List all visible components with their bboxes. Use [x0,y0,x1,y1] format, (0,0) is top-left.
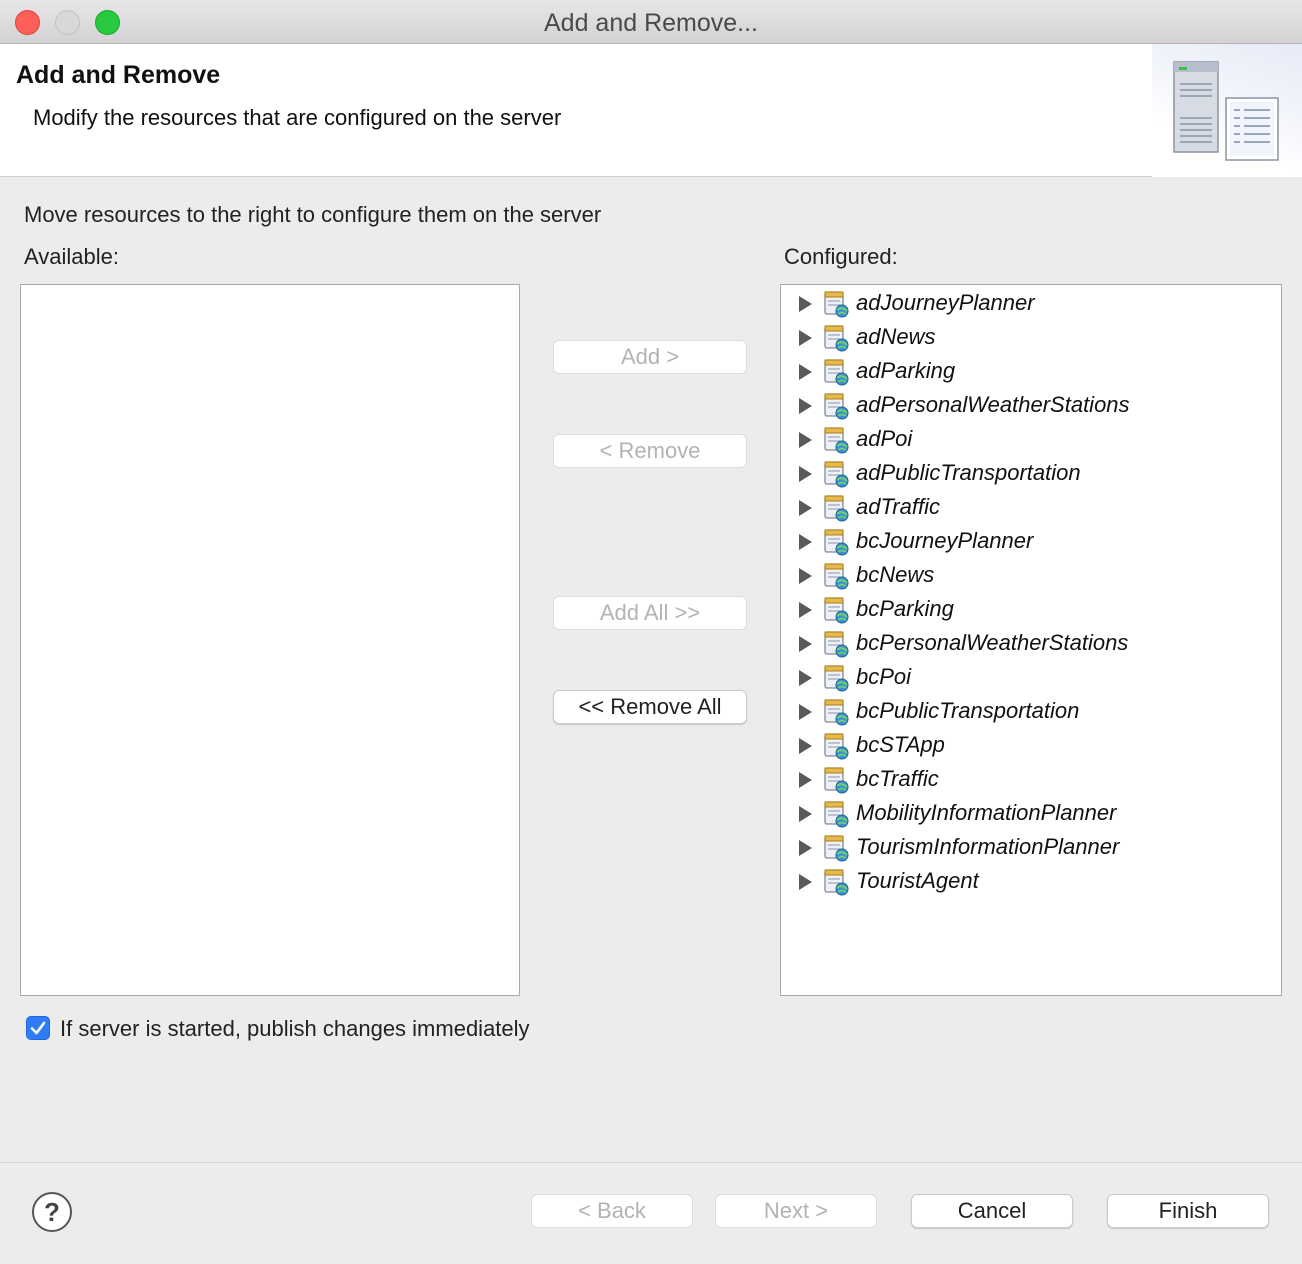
web-module-icon [822,562,850,590]
expand-triangle-icon[interactable] [799,568,812,584]
add-button[interactable]: Add > [553,340,747,374]
web-module-icon [822,324,850,352]
tree-item[interactable]: bcSTApp [781,729,1281,763]
tree-item-label: adPublicTransportation [856,460,1081,485]
checkmark-icon [30,1021,46,1035]
finish-button[interactable]: Finish [1107,1194,1269,1228]
expand-triangle-icon[interactable] [799,602,812,618]
next-button[interactable]: Next > [715,1194,877,1228]
web-module-icon [822,698,850,726]
expand-triangle-icon[interactable] [799,670,812,686]
tree-item-label: adParking [856,358,956,383]
tree-item[interactable]: adParking [781,355,1281,389]
expand-triangle-icon[interactable] [799,500,812,516]
tree-item[interactable]: adTraffic [781,491,1281,525]
tree-item-label: bcJourneyPlanner [856,528,1034,553]
web-module-icon [822,290,850,318]
tree-item-label: bcParking [856,596,954,621]
web-module-icon [822,800,850,828]
expand-triangle-icon[interactable] [799,466,812,482]
help-icon[interactable]: ? [32,1192,72,1232]
tree-item[interactable]: TourismInformationPlanner [781,831,1281,865]
tree-item[interactable]: MobilityInformationPlanner [781,797,1281,831]
banner-art [1152,44,1302,177]
web-module-icon [822,766,850,794]
expand-triangle-icon[interactable] [799,364,812,380]
tree-item-label: bcTraffic [856,766,939,791]
tree-item[interactable]: bcPoi [781,661,1281,695]
page-title: Add and Remove [16,61,221,89]
tree-item-label: bcSTApp [856,732,945,757]
cancel-button[interactable]: Cancel [911,1194,1073,1228]
header-banner: Add and Remove Modify the resources that… [0,44,1302,177]
tree-item-label: adPoi [856,426,913,451]
web-module-icon [822,528,850,556]
expand-triangle-icon[interactable] [799,840,812,856]
expand-triangle-icon[interactable] [799,534,812,550]
expand-triangle-icon[interactable] [799,330,812,346]
tree-item[interactable]: bcPersonalWeatherStations [781,627,1281,661]
tree-item[interactable]: adJourneyPlanner [781,287,1281,321]
footer-separator [0,1162,1302,1163]
window-title: Add and Remove... [543,9,758,37]
available-list[interactable] [20,284,520,996]
add-all-button[interactable]: Add All >> [553,596,747,630]
expand-triangle-icon[interactable] [799,636,812,652]
tree-item[interactable]: bcNews [781,559,1281,593]
tree-item[interactable]: adPoi [781,423,1281,457]
expand-triangle-icon[interactable] [799,772,812,788]
expand-triangle-icon[interactable] [799,432,812,448]
tree-item-label: bcPersonalWeatherStations [856,630,1129,655]
tree-item[interactable]: adPersonalWeatherStations [781,389,1281,423]
tree-item-label: adTraffic [856,494,940,519]
tree-item-label: MobilityInformationPlanner [856,800,1117,825]
remove-all-button[interactable]: << Remove All [553,690,747,724]
expand-triangle-icon[interactable] [799,704,812,720]
tree-item-label: bcNews [856,562,935,587]
tree-item-label: bcPoi [856,664,912,689]
remove-button[interactable]: < Remove [553,434,747,468]
instructions-text: Move resources to the right to configure… [24,202,602,227]
publish-checkbox-label[interactable]: If server is started, publish changes im… [60,1016,530,1042]
expand-triangle-icon[interactable] [799,806,812,822]
server-icon [1173,61,1279,161]
tree-item[interactable]: adNews [781,321,1281,355]
tree-item-label: TouristAgent [856,868,979,893]
web-module-icon [822,392,850,420]
configured-label: Configured: [784,244,898,269]
expand-triangle-icon[interactable] [799,296,812,312]
page-description: Modify the resources that are configured… [33,105,562,130]
expand-triangle-icon[interactable] [799,738,812,754]
expand-triangle-icon[interactable] [799,398,812,414]
available-label: Available: [24,244,119,269]
web-module-icon [822,834,850,862]
tree-item-label: bcPublicTransportation [856,698,1080,723]
tree-item[interactable]: TouristAgent [781,865,1281,899]
tree-item-label: adNews [856,324,936,349]
web-module-icon [822,596,850,624]
web-module-icon [822,494,850,522]
title-bar: Add and Remove... [0,0,1302,44]
web-module-icon [822,426,850,454]
tree-item[interactable]: bcJourneyPlanner [781,525,1281,559]
web-module-icon [822,732,850,760]
tree-item[interactable]: bcParking [781,593,1281,627]
publish-checkbox[interactable] [26,1016,50,1040]
web-module-icon [822,868,850,896]
web-module-icon [822,460,850,488]
tree-item[interactable]: adPublicTransportation [781,457,1281,491]
configured-list[interactable]: adJourneyPlanner adNews adParking adPersona… [780,284,1282,996]
web-module-icon [822,358,850,386]
web-module-icon [822,664,850,692]
tree-item[interactable]: bcPublicTransportation [781,695,1281,729]
web-module-icon [822,630,850,658]
back-button[interactable]: < Back [531,1194,693,1228]
tree-item[interactable]: bcTraffic [781,763,1281,797]
tree-item-label: adPersonalWeatherStations [856,392,1130,417]
expand-triangle-icon[interactable] [799,874,812,890]
tree-item-label: TourismInformationPlanner [856,834,1120,859]
tree-item-label: adJourneyPlanner [856,290,1035,315]
